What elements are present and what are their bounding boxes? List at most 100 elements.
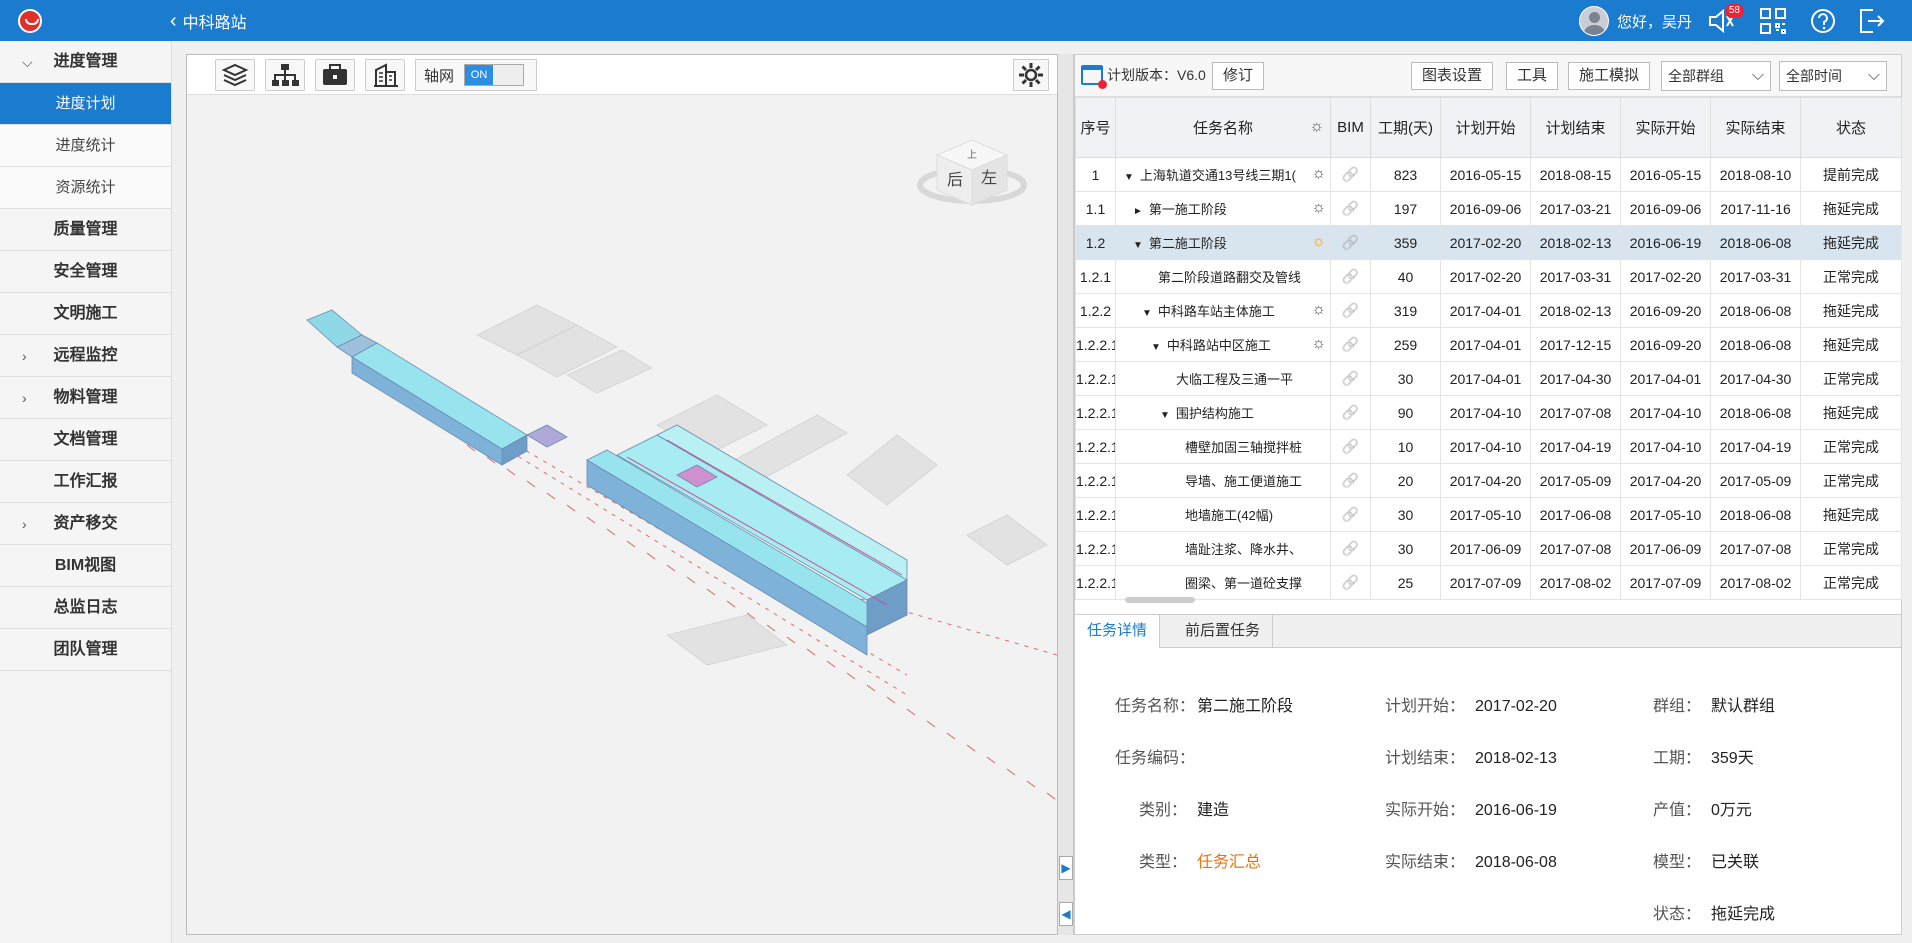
- construction-simulation-button[interactable]: 施工模拟: [1568, 62, 1651, 90]
- group-select[interactable]: 全部群组 ⌵: [1661, 61, 1771, 91]
- building-icon[interactable]: [365, 59, 405, 91]
- task-name[interactable]: ▼ 围护结构施工: [1117, 403, 1254, 422]
- col-plan-end[interactable]: 计划结束: [1530, 97, 1621, 158]
- table-row[interactable]: 1.2.2.1 ▼ 中科路站中区施工 ☼ 🔗 259 2017-04-01 2017-12-1…: [1075, 327, 1902, 362]
- col-bim[interactable]: BIM: [1330, 97, 1371, 158]
- bim-viewer[interactable]: 轴网 ON 后 左 上: [186, 54, 1058, 935]
- col-actual-start[interactable]: 实际开始: [1620, 97, 1711, 158]
- link-icon[interactable]: 🔗: [1342, 472, 1359, 488]
- link-icon[interactable]: 🔗: [1342, 404, 1359, 420]
- table-row[interactable]: 1.2.2.1 槽壁加固三轴搅拌桩 🔗 10 2017-04-10 2017-04-19 2…: [1075, 429, 1902, 464]
- link-icon[interactable]: 🔗: [1342, 540, 1359, 556]
- task-name[interactable]: 第二阶段道路翻交及管线: [1117, 267, 1301, 286]
- link-icon[interactable]: 🔗: [1342, 336, 1359, 352]
- table-row[interactable]: 1.2 ▼ 第二施工阶段 ☼ 🔗 359 2017-02-20 2018-02-13 2016-…: [1075, 225, 1902, 260]
- task-name[interactable]: ▼ 上海轨道交通13号线三期1(: [1117, 165, 1296, 184]
- gear-icon[interactable]: [1013, 59, 1049, 91]
- structure-tree-icon[interactable]: [265, 59, 305, 91]
- link-icon[interactable]: 🔗: [1342, 506, 1359, 522]
- col-plan-start[interactable]: 计划开始: [1440, 97, 1531, 158]
- sidebar-item-4[interactable]: 质量管理: [0, 209, 171, 251]
- link-icon[interactable]: 🔗: [1342, 200, 1359, 216]
- sidebar-item-7[interactable]: › 远程监控: [0, 335, 171, 377]
- sun-icon[interactable]: ☼: [1311, 165, 1326, 183]
- task-name[interactable]: 墙趾注浆、降水井、: [1117, 539, 1302, 558]
- link-icon[interactable]: 🔗: [1342, 302, 1359, 318]
- sidebar-subitem-3[interactable]: 资源统计: [0, 167, 171, 209]
- sidebar-item-0[interactable]: ⌵ 进度管理: [0, 41, 171, 83]
- tree-expanded-icon[interactable]: ▼: [1124, 172, 1134, 183]
- revise-button[interactable]: 修订: [1212, 62, 1265, 90]
- sun-icon[interactable]: ☼: [1311, 301, 1326, 319]
- task-name[interactable]: 圈梁、第一道砼支撑: [1117, 573, 1302, 592]
- sidebar-item-9[interactable]: 文档管理: [0, 419, 171, 461]
- task-name[interactable]: 槽壁加固三轴搅拌桩: [1117, 437, 1302, 456]
- col-name[interactable]: 任务名称 ☼: [1115, 97, 1331, 158]
- axis-switch[interactable]: ON: [464, 64, 525, 86]
- sidebar-item-8[interactable]: › 物料管理: [0, 377, 171, 419]
- sidebar-item-11[interactable]: › 资产移交: [0, 503, 171, 545]
- table-row[interactable]: 1.2.2.1 ▼ 围护结构施工 🔗 90 2017-04-10 2017-07-08 201…: [1075, 395, 1902, 430]
- user-info[interactable]: 您好，吴丹: [1578, 6, 1692, 36]
- task-name[interactable]: 导墙、施工便道施工: [1117, 471, 1302, 490]
- sidebar-item-12[interactable]: BIM视图: [0, 545, 171, 587]
- collapse-left-icon[interactable]: ◀: [1059, 902, 1073, 926]
- col-actual-end[interactable]: 实际结束: [1710, 97, 1801, 158]
- tab-predecessors[interactable]: 前后置任务: [1173, 615, 1274, 649]
- back-button[interactable]: ‹ 中科路站: [170, 10, 247, 32]
- apps-grid-icon[interactable]: [1758, 6, 1788, 36]
- link-icon[interactable]: 🔗: [1342, 268, 1359, 284]
- table-row[interactable]: 1.1 ► 第一施工阶段 ☼ 🔗 197 2016-09-06 2017-03-21 2016-…: [1075, 191, 1902, 226]
- sidebar-item-5[interactable]: 安全管理: [0, 251, 171, 293]
- sidebar-subitem-1[interactable]: 进度计划: [0, 83, 171, 125]
- sun-icon[interactable]: ☼: [1311, 199, 1326, 217]
- sidebar-item-14[interactable]: 团队管理: [0, 629, 171, 671]
- chart-settings-button[interactable]: 图表设置: [1411, 62, 1494, 90]
- bim-station-model[interactable]: [187, 95, 1057, 935]
- sidebar-subitem-2[interactable]: 进度统计: [0, 125, 171, 167]
- task-name[interactable]: ► 第一施工阶段: [1117, 199, 1227, 218]
- avatar[interactable]: [1578, 6, 1609, 36]
- time-select[interactable]: 全部时间 ⌵: [1779, 61, 1887, 91]
- task-name[interactable]: 地墙施工(42幅): [1117, 505, 1273, 524]
- table-row[interactable]: 1.2.2.1 墙趾注浆、降水井、 🔗 30 2017-06-09 2017-07-08 2…: [1075, 531, 1902, 566]
- link-icon[interactable]: 🔗: [1342, 166, 1359, 182]
- tree-expanded-icon[interactable]: ▼: [1151, 342, 1161, 353]
- link-icon[interactable]: 🔗: [1342, 370, 1359, 386]
- link-icon[interactable]: 🔗: [1342, 574, 1359, 590]
- task-name[interactable]: ▼ 中科路站中区施工: [1117, 335, 1271, 354]
- tree-expanded-icon[interactable]: ▼: [1160, 410, 1170, 421]
- logout-icon[interactable]: [1856, 6, 1886, 36]
- table-row[interactable]: 1.2.2.1 地墙施工(42幅) 🔗 30 2017-05-10 2017-06-08 2…: [1075, 497, 1902, 532]
- tree-expanded-icon[interactable]: ▼: [1142, 308, 1152, 319]
- col-no[interactable]: 序号: [1075, 97, 1116, 158]
- sidebar-item-6[interactable]: 文明施工: [0, 293, 171, 335]
- tree-collapsed-icon[interactable]: ►: [1133, 206, 1143, 217]
- sun-icon[interactable]: ☼: [1311, 233, 1326, 251]
- axis-grid-toggle[interactable]: 轴网 ON: [415, 59, 537, 91]
- table-row[interactable]: 1.2.2.1 圈梁、第一道砼支撑 🔗 25 2017-07-09 2017-08-02 2…: [1075, 565, 1902, 600]
- col-duration[interactable]: 工期(天): [1370, 97, 1441, 158]
- toolbox-icon[interactable]: [315, 59, 355, 91]
- col-status[interactable]: 状态: [1800, 97, 1902, 158]
- sidebar-item-13[interactable]: 总监日志: [0, 587, 171, 629]
- sun-icon[interactable]: ☼: [1309, 118, 1324, 136]
- link-icon[interactable]: 🔗: [1342, 234, 1359, 250]
- tab-task-detail[interactable]: 任务详情: [1075, 615, 1161, 649]
- help-icon[interactable]: [1808, 6, 1838, 36]
- task-name[interactable]: 大临工程及三通一平: [1117, 369, 1293, 388]
- expand-right-icon[interactable]: ▶: [1059, 856, 1073, 880]
- tree-expanded-icon[interactable]: ▼: [1133, 240, 1143, 251]
- notification-speaker-icon[interactable]: 58: [1706, 4, 1744, 36]
- link-icon[interactable]: 🔗: [1342, 438, 1359, 454]
- table-row[interactable]: 1.2.2.1 导墙、施工便道施工 🔗 20 2017-04-20 2017-05-09 2…: [1075, 463, 1902, 498]
- sidebar-item-10[interactable]: 工作汇报: [0, 461, 171, 503]
- table-row[interactable]: 1.2.1 第二阶段道路翻交及管线 🔗 40 2017-02-20 2017-03-31 2…: [1075, 259, 1902, 294]
- tools-button[interactable]: 工具: [1506, 62, 1559, 90]
- table-scrollbar[interactable]: [1125, 597, 1195, 603]
- table-row[interactable]: 1 ▼ 上海轨道交通13号线三期1(☼ 🔗 823 2016-05-15 2018-08-1…: [1075, 157, 1902, 192]
- layers-icon[interactable]: [215, 59, 255, 91]
- panel-splitter[interactable]: [1058, 54, 1074, 935]
- task-name[interactable]: ▼ 第二施工阶段: [1117, 233, 1227, 252]
- table-row[interactable]: 1.2.2 ▼ 中科路车站主体施工 ☼ 🔗 319 2017-04-01 2018-02-13…: [1075, 293, 1902, 328]
